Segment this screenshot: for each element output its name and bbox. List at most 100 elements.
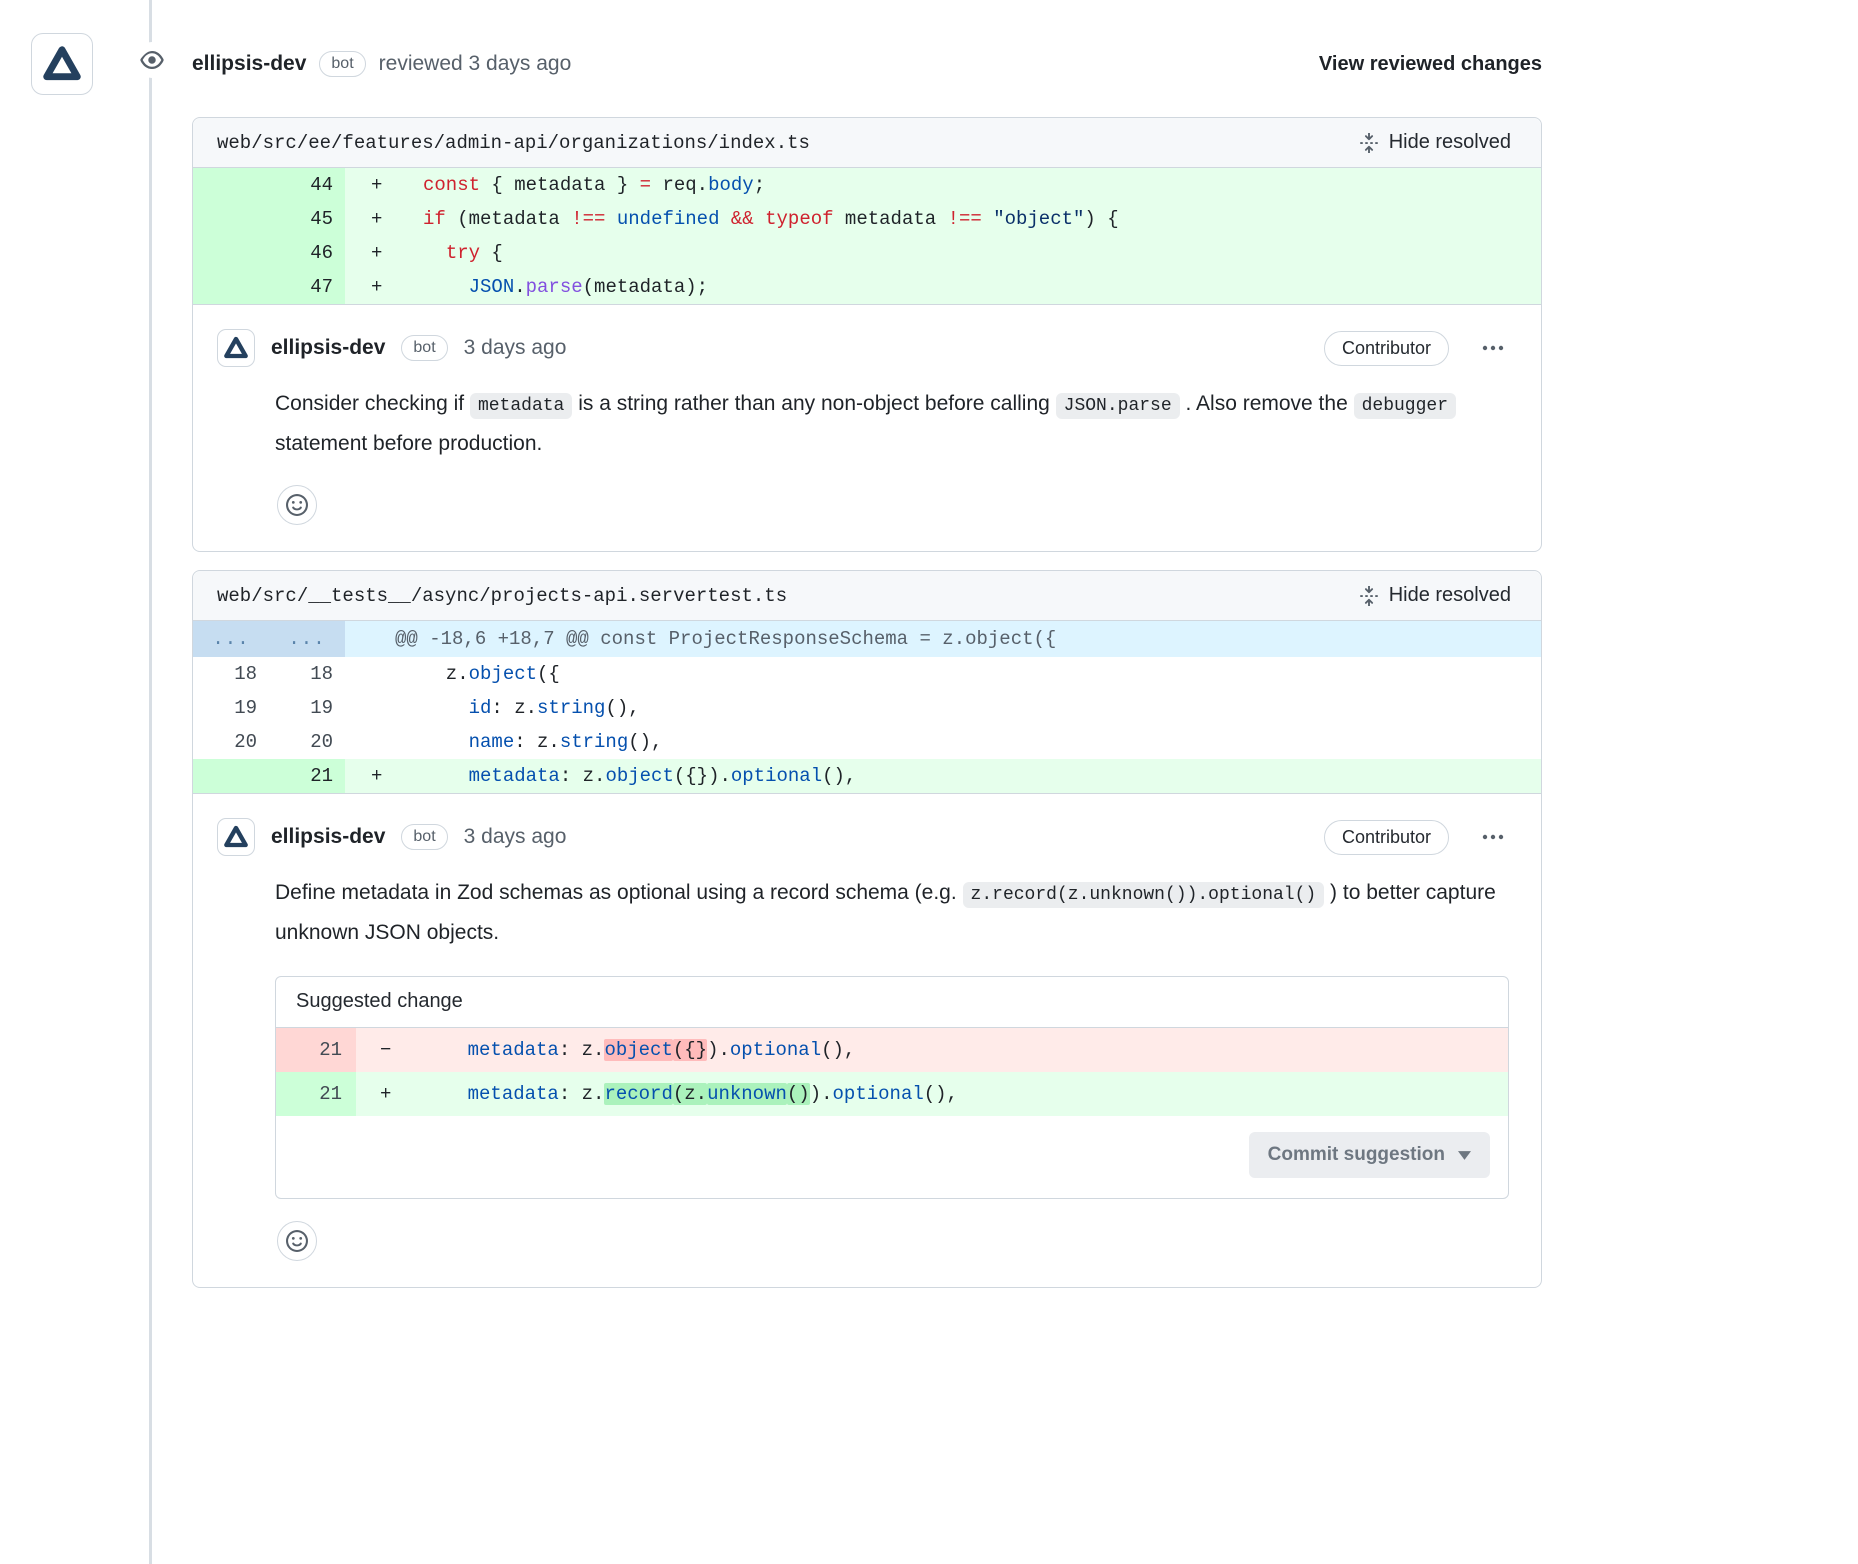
add-reaction-button[interactable] (277, 1221, 317, 1261)
kebab-menu-button[interactable] (1477, 340, 1509, 356)
ellipsis-logo-icon (224, 336, 248, 360)
review-event-badge (134, 42, 170, 78)
old-line-number[interactable]: 19 (193, 691, 269, 725)
file-path-link[interactable]: web/src/ee/features/admin-api/organizati… (217, 132, 810, 154)
old-line-number[interactable] (193, 236, 269, 270)
code-text: metadata: z.object({}).optional(), (422, 1039, 855, 1061)
chevron-down-icon (1458, 1151, 1471, 1160)
code-line: + try { (345, 236, 1541, 270)
old-line-number[interactable] (193, 759, 269, 793)
new-line-number[interactable]: 21 (269, 759, 345, 793)
hide-resolved-label: Hide resolved (1389, 131, 1511, 154)
review-thread-card-2: web/src/__tests__/async/projects-api.ser… (192, 570, 1542, 1288)
review-meta: reviewed 3 days ago (379, 52, 572, 76)
bot-badge: bot (401, 824, 447, 850)
fold-icon (1359, 586, 1379, 606)
diff-sign: + (345, 270, 423, 304)
commit-suggestion-label: Commit suggestion (1268, 1144, 1445, 1166)
code-line: + metadata: z.record(z.unknown()).option… (356, 1072, 1508, 1116)
contributor-badge: Contributor (1324, 331, 1449, 366)
reviewer-avatar[interactable] (31, 33, 93, 95)
eye-icon (140, 48, 164, 72)
code-line: name: z.string(), (345, 725, 1541, 759)
code-text: JSON.parse(metadata); (423, 276, 708, 298)
code-line: − metadata: z.object({}).optional(), (356, 1028, 1508, 1072)
review-comment: ellipsis-dev bot 3 days ago Contributor … (193, 304, 1541, 551)
comment-timestamp[interactable]: 3 days ago (464, 825, 567, 849)
hunk-old-ellipsis: ... (193, 621, 269, 657)
line-number: 21 (276, 1028, 356, 1072)
new-line-number[interactable]: 46 (269, 236, 345, 270)
file-header: web/src/__tests__/async/projects-api.ser… (193, 571, 1541, 621)
comment-timestamp[interactable]: 3 days ago (464, 336, 567, 360)
code-line: id: z.string(), (345, 691, 1541, 725)
comment-avatar[interactable] (217, 329, 255, 367)
code-line: + JSON.parse(metadata); (345, 270, 1541, 304)
diff-line: 19 19 id: z.string(), (193, 691, 1541, 725)
file-path-link[interactable]: web/src/__tests__/async/projects-api.ser… (217, 585, 787, 607)
diff-sign: + (345, 168, 423, 202)
timeline-line (149, 0, 152, 1564)
new-line-number[interactable]: 19 (269, 691, 345, 725)
comment-avatar[interactable] (217, 818, 255, 856)
diff-block: 44 +const { metadata } = req.body; 45 +i… (193, 168, 1541, 304)
code-text: const { metadata } = req.body; (423, 174, 765, 196)
comment-body: Define metadata in Zod schemas as option… (275, 874, 1509, 952)
comment-body: Consider checking if metadata is a strin… (275, 385, 1509, 463)
diff-sign: + (356, 1072, 422, 1116)
comment-header: ellipsis-dev bot 3 days ago Contributor (217, 329, 1509, 367)
commit-suggestion-button[interactable]: Commit suggestion (1249, 1132, 1490, 1178)
ellipsis-logo-icon (224, 825, 248, 849)
old-line-number[interactable]: 20 (193, 725, 269, 759)
code-text: name: z.string(), (423, 731, 662, 753)
hunk-header-text: @@ -18,6 +18,7 @@ const ProjectResponseS… (345, 621, 1541, 657)
review-comment: ellipsis-dev bot 3 days ago Contributor … (193, 793, 1541, 1287)
new-line-number[interactable]: 44 (269, 168, 345, 202)
view-reviewed-changes-link[interactable]: View reviewed changes (1319, 53, 1542, 76)
code-text: try { (423, 242, 503, 264)
diff-block: ... ... @@ -18,6 +18,7 @@ const ProjectR… (193, 621, 1541, 793)
kebab-menu-button[interactable] (1477, 829, 1509, 845)
code-line: + metadata: z.object({}).optional(), (345, 759, 1541, 793)
hide-resolved-label: Hide resolved (1389, 584, 1511, 607)
old-line-number[interactable] (193, 202, 269, 236)
diff-line: 46 + try { (193, 236, 1541, 270)
old-line-number[interactable] (193, 168, 269, 202)
diff-sign: − (356, 1028, 422, 1072)
old-line-number[interactable]: 18 (193, 657, 269, 691)
file-header: web/src/ee/features/admin-api/organizati… (193, 118, 1541, 168)
comment-author[interactable]: ellipsis-dev (271, 336, 385, 360)
contributor-badge: Contributor (1324, 820, 1449, 855)
suggested-change-block: Suggested change 21 − metadata: z.object… (275, 976, 1509, 1199)
code-line: +const { metadata } = req.body; (345, 168, 1541, 202)
reviewer-name[interactable]: ellipsis-dev (192, 52, 306, 76)
diff-line: 44 +const { metadata } = req.body; (193, 168, 1541, 202)
diff-sign: + (345, 202, 423, 236)
line-number: 21 (276, 1072, 356, 1116)
suggestion-footer: Commit suggestion (276, 1116, 1508, 1198)
new-line-number[interactable]: 18 (269, 657, 345, 691)
code-text: metadata: z.object({}).optional(), (423, 765, 856, 787)
diff-sign: + (345, 759, 423, 793)
suggestion-removed-line: 21 − metadata: z.object({}).optional(), (276, 1028, 1508, 1072)
diff-line: 18 18 z.object({ (193, 657, 1541, 691)
new-line-number[interactable]: 20 (269, 725, 345, 759)
suggestion-added-line: 21 + metadata: z.record(z.unknown()).opt… (276, 1072, 1508, 1116)
diff-line: 20 20 name: z.string(), (193, 725, 1541, 759)
review-thread-card-1: web/src/ee/features/admin-api/organizati… (192, 117, 1542, 552)
review-header: ellipsis-dev bot reviewed 3 days ago Vie… (192, 44, 1542, 84)
bot-badge: bot (319, 51, 365, 77)
new-line-number[interactable]: 45 (269, 202, 345, 236)
code-text: if (metadata !== undefined && typeof met… (423, 208, 1119, 230)
code-text: z.object({ (423, 663, 560, 685)
hide-resolved-button[interactable]: Hide resolved (1353, 583, 1517, 608)
bot-badge: bot (401, 335, 447, 361)
add-reaction-button[interactable] (277, 485, 317, 525)
smiley-icon (286, 494, 308, 516)
old-line-number[interactable] (193, 270, 269, 304)
hide-resolved-button[interactable]: Hide resolved (1353, 130, 1517, 155)
diff-line: 45 +if (metadata !== undefined && typeof… (193, 202, 1541, 236)
new-line-number[interactable]: 47 (269, 270, 345, 304)
hunk-new-ellipsis: ... (269, 621, 345, 657)
comment-author[interactable]: ellipsis-dev (271, 825, 385, 849)
